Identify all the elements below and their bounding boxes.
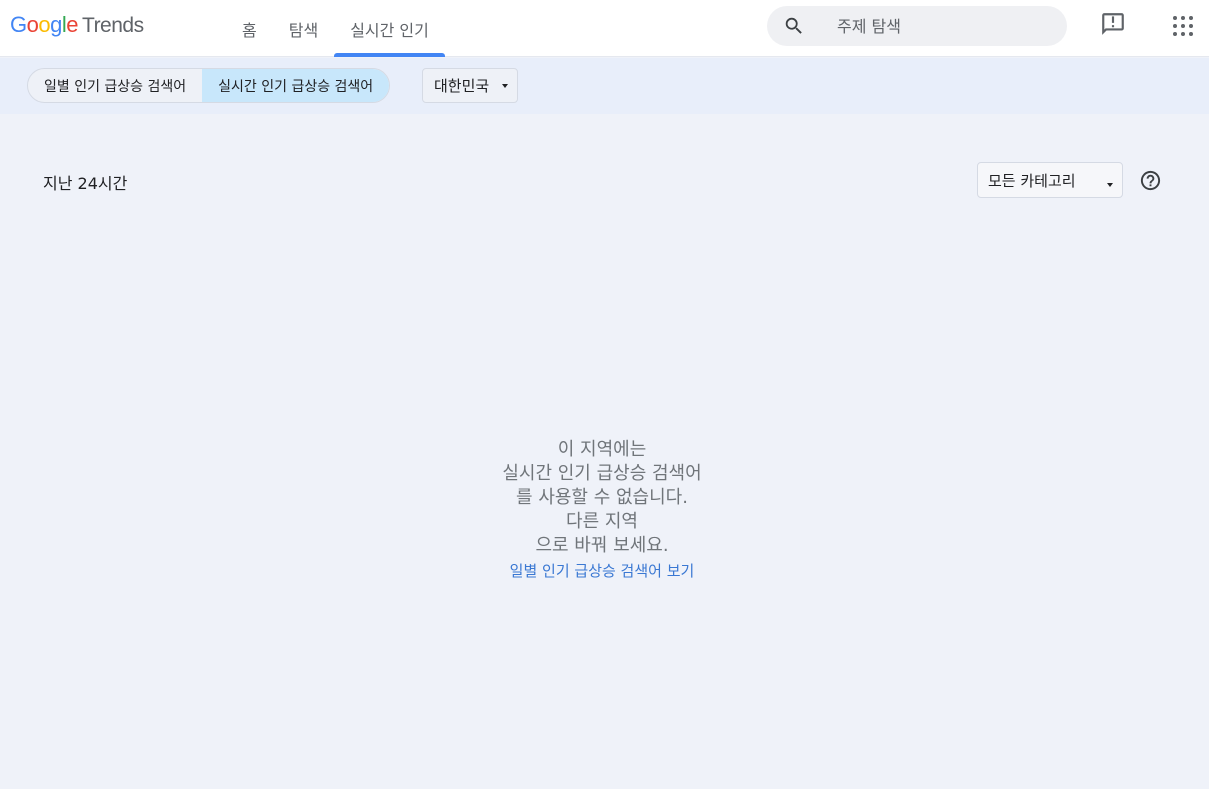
country-select[interactable]: 대한민국 [422, 68, 518, 103]
country-select-value: 대한민국 [434, 77, 490, 95]
category-select[interactable]: 모든 카테고리 [977, 162, 1123, 198]
search-box[interactable] [767, 6, 1067, 46]
main-nav: 홈 탐색 실시간 인기 [226, 0, 445, 57]
category-select-value: 모든 카테고리 [988, 171, 1076, 190]
help-icon[interactable] [1139, 169, 1162, 192]
empty-state: 이 지역에는 실시간 인기 급상승 검색어 를 사용할 수 없습니다. 다른 지… [400, 438, 804, 583]
apps-grid-icon[interactable] [1171, 14, 1195, 38]
logo-letter: G [10, 12, 27, 37]
time-period-label: 지난 24시간 [43, 174, 128, 193]
top-app-bar: Go o g l e Trends 홈 탐색 실시간 인기 [0, 0, 1209, 57]
empty-state-message: 실시간 인기 급상승 검색어 [502, 463, 702, 484]
feedback-icon[interactable] [1100, 11, 1126, 37]
logo-letter: g [50, 12, 62, 37]
view-daily-trends-link[interactable]: 일별 인기 급상승 검색어 보기 [400, 559, 804, 583]
logo-letter: e [66, 12, 79, 37]
empty-state-message: 다른 지역 [566, 511, 638, 532]
nav-tab-home[interactable]: 홈 [226, 0, 273, 57]
logo-letter: o [38, 12, 51, 37]
search-icon[interactable] [783, 15, 805, 37]
trend-type-toggle: 일별 인기 급상승 검색어 실시간 인기 급상승 검색어 [27, 68, 391, 103]
google-trends-logo[interactable]: Go o g l e Trends [10, 12, 144, 44]
trend-type-bar: 일별 인기 급상승 검색어 실시간 인기 급상승 검색어 대한민국 [0, 58, 1209, 114]
dropdown-arrow-icon [1107, 183, 1113, 187]
empty-state-message: 이 지역에는 [557, 439, 647, 460]
nav-tab-explore[interactable]: 탐색 [273, 0, 334, 57]
daily-trends-button[interactable]: 일별 인기 급상승 검색어 [28, 69, 202, 102]
logo-product-name: Trends [82, 14, 144, 37]
empty-state-message: 으로 바꿔 보세요. [535, 535, 669, 556]
nav-tab-trending-now[interactable]: 실시간 인기 [334, 0, 445, 57]
logo-letter: o [26, 12, 39, 37]
empty-state-message: 를 사용할 수 없습니다. [516, 487, 688, 508]
realtime-trends-button[interactable]: 실시간 인기 급상승 검색어 [202, 69, 390, 102]
dropdown-arrow-icon [502, 84, 508, 88]
search-input[interactable] [837, 6, 1057, 46]
